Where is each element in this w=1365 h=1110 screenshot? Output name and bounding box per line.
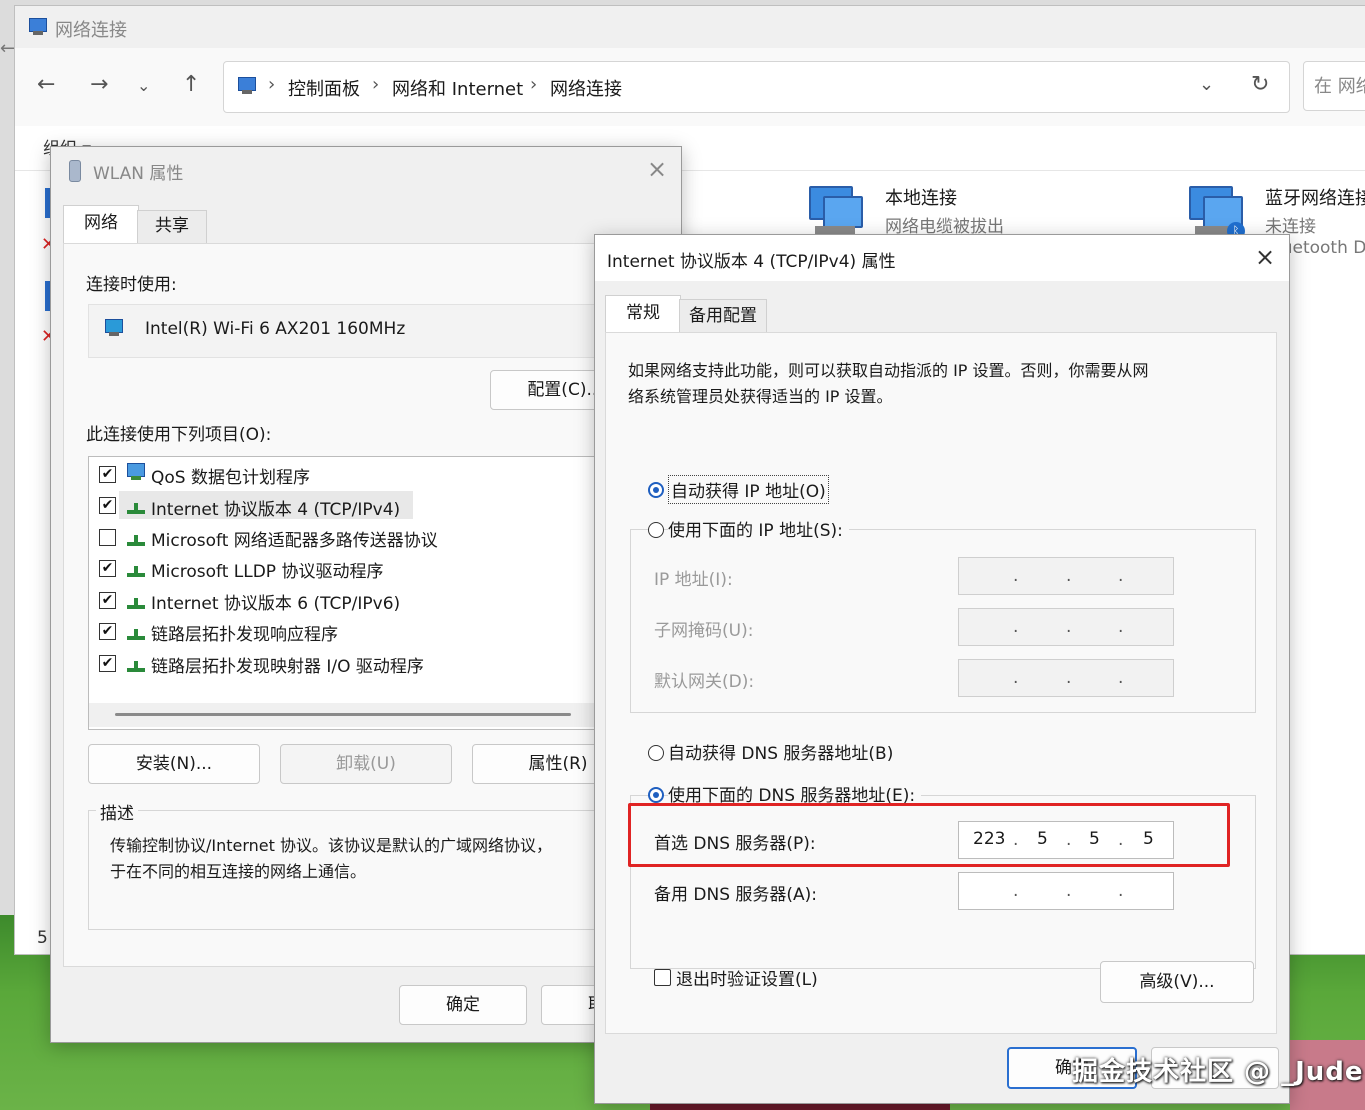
adapter-name: Intel(R) Wi-Fi 6 AX201 160MHz [145, 319, 406, 339]
back-arrow-icon[interactable]: ← [37, 72, 55, 97]
auto-dns-radio[interactable] [648, 745, 664, 761]
description-text-line1: 传输控制协议/Internet 协议。该协议是默认的广域网络协议， [110, 836, 553, 855]
connect-using-label: 连接时使用: [86, 275, 177, 295]
network-connections-icon [27, 18, 49, 36]
local-connection-name[interactable]: 本地连接 [885, 184, 957, 210]
item-count: 5 [37, 928, 48, 948]
dialog-title: WLAN 属性 [93, 164, 184, 184]
breadcrumb-separator: › [268, 74, 276, 95]
close-icon[interactable]: × [647, 157, 667, 181]
item-label: Internet 协议版本 6 (TCP/IPv6) [151, 594, 401, 614]
tab-sharing[interactable]: 共享 [137, 210, 207, 244]
tab-network[interactable]: 网络 [63, 205, 139, 244]
breadcrumb-network-connections[interactable]: 网络连接 [550, 75, 622, 101]
watermark: 掘金技术社区 @ _Jude [1072, 1057, 1364, 1087]
ip-address-field[interactable]: ... [958, 557, 1174, 595]
search-input[interactable]: 在 网络 [1303, 61, 1365, 111]
manual-dns-radio[interactable] [648, 787, 664, 803]
network-tab-panel: 连接时使用: Intel(R) Wi-Fi 6 AX201 160MHz 配置(… [63, 243, 675, 967]
address-bar[interactable]: › 控制面板 › 网络和 Internet › 网络连接 ⌄ ↻ [223, 61, 1290, 113]
subnet-mask-field[interactable]: ... [958, 608, 1174, 646]
breadcrumb-network-internet[interactable]: 网络和 Internet [392, 75, 523, 101]
breadcrumb-separator: › [530, 74, 538, 95]
close-icon[interactable]: × [1255, 245, 1275, 269]
default-gateway-field[interactable]: ... [958, 659, 1174, 697]
validate-checkbox[interactable] [654, 969, 671, 986]
manual-ip-radio[interactable] [648, 522, 664, 538]
up-arrow-icon[interactable]: ↑ [182, 72, 200, 97]
default-gateway-label: 默认网关(D): [654, 672, 755, 692]
auto-ip-radio[interactable] [648, 482, 664, 498]
subnet-mask-label: 子网掩码(U): [654, 621, 754, 641]
navigation-bar: ← → ⌄ ↑ › 控制面板 › 网络和 Internet › 网络连接 ⌄ ↻… [15, 48, 1365, 126]
item-checkbox[interactable]: ✔ [99, 466, 116, 483]
explorer-titlebar: 网络连接 [15, 6, 1365, 48]
item-checkbox[interactable] [99, 529, 116, 546]
item-label: 链路层拓扑发现响应程序 [151, 625, 338, 645]
intro-text-line1: 如果网络支持此功能，则可以获取自动指派的 IP 设置。否则，你需要从网 [628, 361, 1149, 380]
protocol-icon [127, 625, 145, 641]
recent-chevron-icon[interactable]: ⌄ [137, 76, 150, 95]
adapter-icon [103, 319, 125, 337]
bluetooth-connection-icon[interactable]: ᛒ [1185, 184, 1245, 240]
item-checkbox[interactable]: ✔ [99, 497, 116, 514]
ipv4-properties-dialog: Internet 协议版本 4 (TCP/IPv4) 属性 × 常规 备用配置 … [594, 234, 1290, 1104]
intro-text-line2: 络系统管理员处获得适当的 IP 设置。 [628, 387, 893, 406]
item-label: Internet 协议版本 4 (TCP/IPv4) [151, 500, 401, 520]
window-title: 网络连接 [55, 20, 127, 41]
control-panel-icon [236, 77, 258, 95]
address-dropdown-chevron-icon[interactable]: ⌄ [1199, 74, 1214, 95]
protocol-icon [127, 499, 145, 515]
auto-dns-label[interactable]: 自动获得 DNS 服务器地址(B) [668, 739, 893, 764]
description-label: 描述 [96, 799, 138, 824]
wlan-adapter-icon [69, 160, 81, 182]
install-button[interactable]: 安装(N)... [88, 744, 260, 784]
dialog-title: Internet 协议版本 4 (TCP/IPv4) 属性 [607, 252, 896, 272]
local-connection-icon[interactable] [805, 184, 865, 239]
bluetooth-connection-device: luetooth D [1277, 238, 1365, 258]
item-label: Microsoft 网络适配器多路传送器协议 [151, 531, 438, 551]
breadcrumb-separator: › [372, 74, 380, 95]
item-checkbox[interactable]: ✔ [99, 623, 116, 640]
items-label: 此连接使用下列项目(O): [86, 425, 272, 445]
manual-ip-label[interactable]: 使用下面的 IP 地址(S): [668, 516, 849, 541]
breadcrumb-control-panel[interactable]: 控制面板 [288, 75, 360, 101]
validate-label[interactable]: 退出时验证设置(L) [676, 965, 818, 990]
item-checkbox[interactable]: ✔ [99, 560, 116, 577]
ip-address-label: IP 地址(I): [654, 570, 733, 590]
bluetooth-connection-name[interactable]: 蓝牙网络连接 [1265, 184, 1365, 210]
protocol-icon [127, 531, 145, 547]
adapter-field: Intel(R) Wi-Fi 6 AX201 160MHz [88, 304, 650, 358]
uninstall-button[interactable]: 卸载(U) [280, 744, 452, 784]
alternate-dns-label: 备用 DNS 服务器(A): [654, 885, 818, 905]
back-edge-icon[interactable]: ← [0, 38, 15, 59]
protocol-icon [127, 657, 145, 673]
alternate-dns-field[interactable]: ... [958, 872, 1174, 910]
qos-icon [125, 463, 147, 481]
items-list: ✔ QoS 数据包计划程序 ✔ Internet 协议版本 4 (TCP/IPv… [88, 456, 630, 730]
description-text-line2: 于在不同的相互连接的网络上通信。 [110, 862, 367, 881]
highlight-box [628, 803, 1230, 867]
item-checkbox[interactable]: ✔ [99, 655, 116, 672]
advanced-button[interactable]: 高级(V)... [1100, 961, 1254, 1003]
wlan-properties-dialog: WLAN 属性 × 网络 共享 连接时使用: Intel(R) Wi-Fi 6 … [50, 146, 682, 1043]
item-checkbox[interactable]: ✔ [99, 592, 116, 609]
item-label: 链路层拓扑发现映射器 I/O 驱动程序 [151, 657, 424, 677]
item-label: Microsoft LLDP 协议驱动程序 [151, 562, 384, 582]
protocol-icon [127, 594, 145, 610]
protocol-icon [127, 562, 145, 578]
tab-alternate-config[interactable]: 备用配置 [679, 299, 767, 334]
refresh-icon[interactable]: ↻ [1251, 72, 1269, 97]
tab-general[interactable]: 常规 [605, 295, 681, 334]
general-tab-panel: 如果网络支持此功能，则可以获取自动指派的 IP 设置。否则，你需要从网 络系统管… [605, 332, 1277, 1034]
ok-button[interactable]: 确定 [399, 985, 527, 1025]
horizontal-scrollbar[interactable] [89, 703, 627, 727]
auto-ip-label[interactable]: 自动获得 IP 地址(O) [668, 475, 829, 504]
forward-arrow-icon[interactable]: → [90, 72, 108, 97]
scrollbar-thumb[interactable] [115, 713, 571, 716]
item-label: QoS 数据包计划程序 [151, 468, 310, 488]
